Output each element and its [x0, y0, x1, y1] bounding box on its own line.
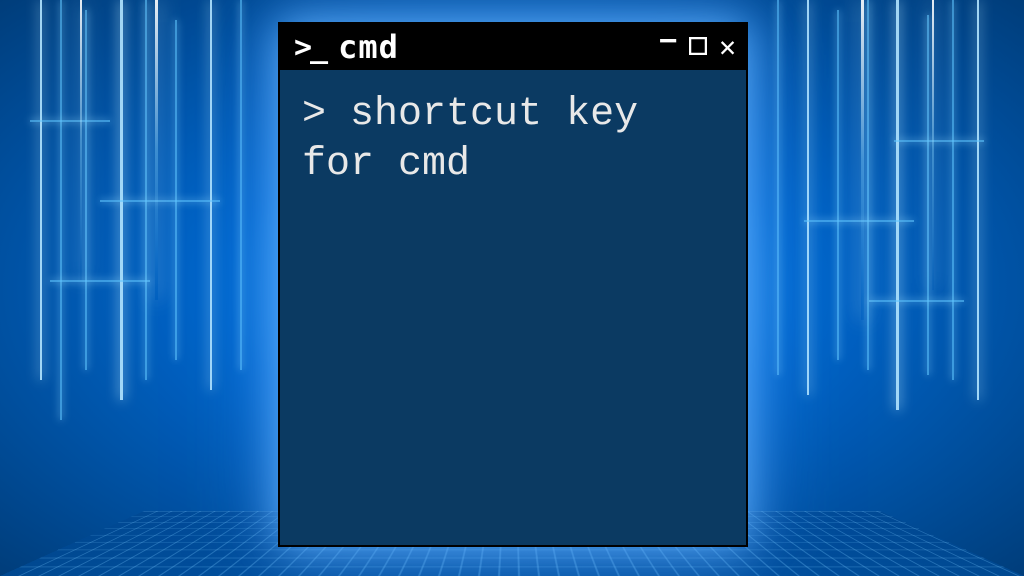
- prompt-symbol: >: [302, 92, 326, 137]
- window-title: cmd: [338, 28, 659, 66]
- terminal-icon: >_: [294, 30, 326, 65]
- close-button[interactable]: ✕: [719, 33, 736, 61]
- terminal-body[interactable]: > shortcut key for cmd: [280, 70, 746, 210]
- window-controls: − ✕: [659, 32, 736, 62]
- command-text: shortcut key for cmd: [302, 92, 638, 187]
- minimize-button[interactable]: −: [659, 26, 677, 56]
- terminal-window: >_ cmd − ✕ > shortcut key for cmd: [278, 22, 748, 547]
- maximize-icon: [689, 37, 707, 55]
- maximize-button[interactable]: [689, 34, 707, 60]
- window-titlebar[interactable]: >_ cmd − ✕: [280, 24, 746, 70]
